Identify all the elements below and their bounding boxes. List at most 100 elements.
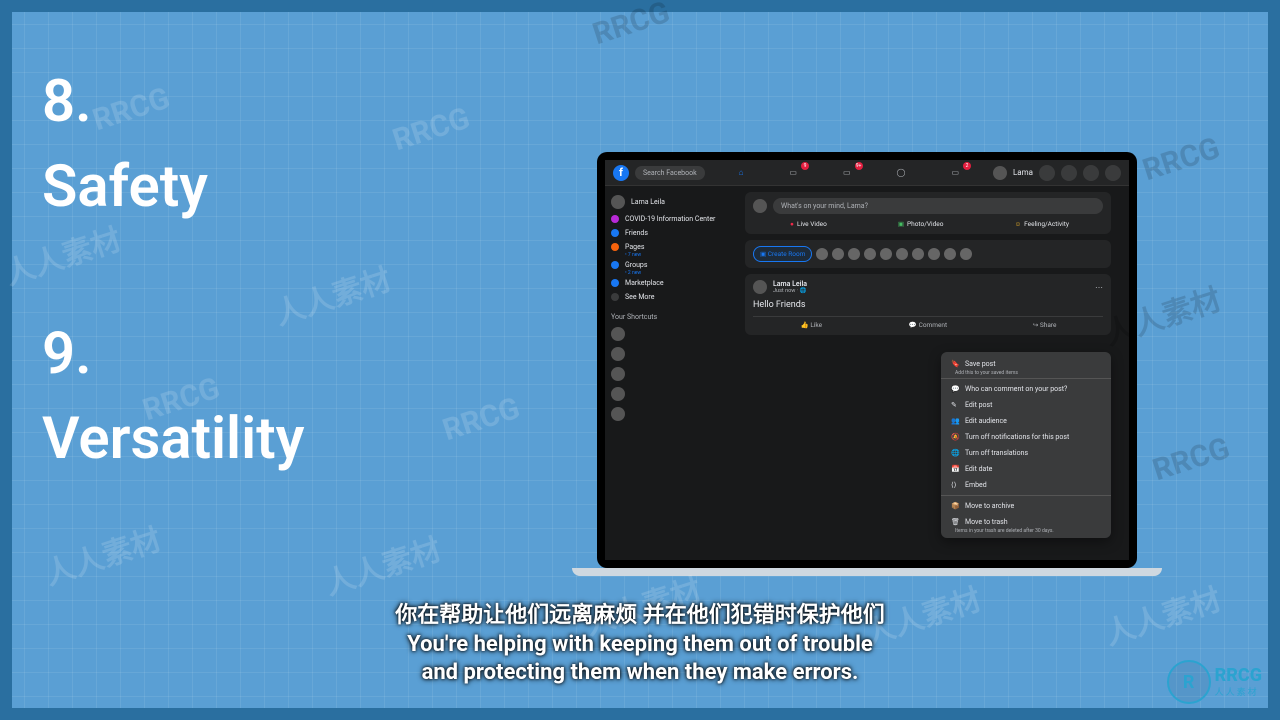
sidebar-item-profile[interactable]: Lama Leila bbox=[611, 192, 729, 212]
tab-marketplace[interactable]: ▭9+ bbox=[835, 164, 859, 181]
menu-edit-date[interactable]: 📅Edit date bbox=[941, 461, 1111, 477]
brand-sub: 人人素材 bbox=[1215, 685, 1262, 698]
sidebar-item-seemore[interactable]: See More bbox=[611, 290, 729, 304]
sidebar-item-marketplace[interactable]: Marketplace bbox=[611, 276, 729, 290]
photo-video-button[interactable]: ▣Photo/Video bbox=[895, 220, 944, 228]
room-avatar[interactable] bbox=[928, 248, 940, 260]
avatar[interactable] bbox=[993, 166, 1007, 180]
comment-button[interactable]: 💬 Comment bbox=[870, 321, 987, 329]
rooms-card: ▣ Create Room bbox=[745, 240, 1111, 268]
comment-icon: 💬 bbox=[951, 385, 959, 393]
bell-off-icon: 🔕 bbox=[951, 433, 959, 441]
code-icon: ⟨⟩ bbox=[951, 481, 959, 489]
post-context-menu: 🔖Save post Add this to your saved items … bbox=[941, 352, 1111, 538]
tab-groups[interactable]: ◯ bbox=[889, 164, 914, 181]
shortcut-item[interactable] bbox=[611, 404, 729, 424]
shortcut-item[interactable] bbox=[611, 384, 729, 404]
tab-watch[interactable]: ▭9 bbox=[781, 164, 805, 181]
menu-embed[interactable]: ⟨⟩Embed bbox=[941, 477, 1111, 493]
facebook-screen: f Search Facebook ⌂ ▭9 ▭9+ ◯ ▭2 Lama bbox=[605, 160, 1129, 560]
tab-gaming[interactable]: ▭2 bbox=[943, 164, 967, 181]
brand-name: RRCG bbox=[1215, 667, 1262, 685]
sidebar-item-friends[interactable]: Friends bbox=[611, 226, 729, 240]
menu-archive[interactable]: 📦Move to archive bbox=[941, 498, 1111, 514]
flag-icon bbox=[611, 243, 619, 251]
shortcut-item[interactable] bbox=[611, 344, 729, 364]
fb-feed: What's on your mind, Lama? ●Live Video ▣… bbox=[735, 186, 1121, 560]
calendar-icon: 📅 bbox=[951, 465, 959, 473]
sidebar-item-covid[interactable]: COVID-19 Information Center bbox=[611, 212, 729, 226]
globe-icon: 🌐 bbox=[951, 449, 959, 457]
fb-left-sidebar: Lama Leila COVID-19 Information Center F… bbox=[605, 186, 735, 560]
menu-icon[interactable] bbox=[1039, 165, 1055, 181]
people-icon: 👥 bbox=[951, 417, 959, 425]
trash-icon: 🗑 bbox=[951, 518, 959, 526]
room-avatar[interactable] bbox=[960, 248, 972, 260]
menu-trash-sub: Items in your trash are deleted after 30… bbox=[955, 528, 1111, 534]
room-avatar[interactable] bbox=[912, 248, 924, 260]
fb-header: f Search Facebook ⌂ ▭9 ▭9+ ◯ ▭2 Lama bbox=[605, 160, 1129, 186]
create-room-button[interactable]: ▣ Create Room bbox=[753, 246, 812, 262]
shortcuts-header: Your Shortcuts bbox=[611, 310, 729, 324]
subtitle-en-2: and protecting them when they make error… bbox=[12, 659, 1268, 688]
globe-icon: 🌐 bbox=[800, 288, 807, 294]
separator bbox=[941, 495, 1111, 496]
groups-icon: ◯ bbox=[897, 168, 906, 177]
search-input[interactable]: Search Facebook bbox=[635, 166, 705, 180]
avatar bbox=[753, 199, 767, 213]
fb-right-strip bbox=[1121, 186, 1129, 560]
more-icon[interactable]: ⋯ bbox=[1095, 283, 1103, 292]
subtitles: 你在帮助让他们远离麻烦 并在他们犯错时保护他们 You're helping w… bbox=[12, 602, 1268, 688]
pencil-icon: ✎ bbox=[951, 401, 959, 409]
badge-icon: 9+ bbox=[855, 162, 863, 170]
shortcut-item[interactable] bbox=[611, 324, 729, 344]
store-icon bbox=[611, 279, 619, 287]
room-avatar[interactable] bbox=[896, 248, 908, 260]
post-time: Just now · 🌐 bbox=[773, 288, 807, 294]
camera-icon: ● bbox=[790, 220, 794, 228]
menu-who-comment[interactable]: 💬Who can comment on your post? bbox=[941, 381, 1111, 397]
post-text: Hello Friends bbox=[753, 300, 1103, 310]
subtitle-cn: 你在帮助让他们远离麻烦 并在他们犯错时保护他们 bbox=[12, 602, 1268, 631]
photo-icon: ▣ bbox=[898, 220, 904, 228]
profile-name[interactable]: Lama bbox=[1013, 168, 1033, 177]
menu-turn-off-trans[interactable]: 🌐Turn off translations bbox=[941, 445, 1111, 461]
groups-icon bbox=[611, 261, 619, 269]
smile-icon: ☺ bbox=[1015, 220, 1022, 228]
subtitle-en-1: You're helping with keeping them out of … bbox=[12, 631, 1268, 660]
laptop-frame: f Search Facebook ⌂ ▭9 ▭9+ ◯ ▭2 Lama bbox=[572, 152, 1162, 576]
shortcut-item[interactable] bbox=[611, 364, 729, 384]
menu-save-sub: Add this to your saved items bbox=[955, 370, 1111, 376]
room-avatar[interactable] bbox=[880, 248, 892, 260]
avatar[interactable] bbox=[753, 280, 767, 294]
menu-turn-off-notif[interactable]: 🔕Turn off notifications for this post bbox=[941, 429, 1111, 445]
like-button[interactable]: 👍 Like bbox=[753, 321, 870, 329]
live-video-button[interactable]: ●Live Video bbox=[787, 220, 827, 228]
watermark: RRCG bbox=[589, 0, 674, 52]
room-avatar[interactable] bbox=[944, 248, 956, 260]
bookmark-icon: 🔖 bbox=[951, 360, 959, 368]
room-avatar[interactable] bbox=[832, 248, 844, 260]
friends-icon bbox=[611, 229, 619, 237]
menu-edit-audience[interactable]: 👥Edit audience bbox=[941, 413, 1111, 429]
badge-icon: 9 bbox=[801, 162, 809, 170]
composer-input[interactable]: What's on your mind, Lama? bbox=[773, 198, 1103, 214]
room-avatar[interactable] bbox=[816, 248, 828, 260]
share-button[interactable]: ↪ Share bbox=[986, 321, 1103, 329]
covid-icon bbox=[611, 215, 619, 223]
separator bbox=[941, 378, 1111, 379]
brand-badge-icon: R bbox=[1167, 660, 1211, 704]
room-avatar[interactable] bbox=[848, 248, 860, 260]
post-author[interactable]: Lama Leila bbox=[773, 280, 807, 288]
bell-icon[interactable] bbox=[1083, 165, 1099, 181]
facebook-logo-icon[interactable]: f bbox=[613, 165, 629, 181]
chevron-down-icon[interactable] bbox=[1105, 165, 1121, 181]
tab-home[interactable]: ⌂ bbox=[731, 164, 752, 181]
laptop-base bbox=[572, 568, 1162, 576]
room-avatar[interactable] bbox=[864, 248, 876, 260]
feeling-button[interactable]: ☺Feeling/Activity bbox=[1012, 220, 1069, 228]
avatar bbox=[611, 195, 625, 209]
menu-edit-post[interactable]: ✎Edit post bbox=[941, 397, 1111, 413]
brand-logo: R RRCG 人人素材 bbox=[1167, 660, 1262, 704]
messenger-icon[interactable] bbox=[1061, 165, 1077, 181]
